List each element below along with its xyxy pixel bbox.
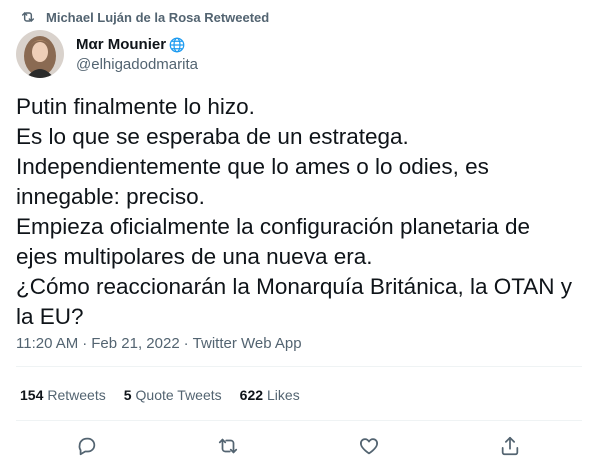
share-icon[interactable] <box>498 434 522 458</box>
tweet-line: Es lo que se esperaba de un estratega. <box>16 124 409 149</box>
quote-tweets-stat[interactable]: 5 Quote Tweets <box>124 387 222 403</box>
retweet-icon <box>20 9 36 25</box>
retweet-icon[interactable] <box>216 434 240 458</box>
retweet-context[interactable]: Michael Luján de la Rosa Retweeted <box>20 8 269 26</box>
retweet-context-label: Michael Luján de la Rosa Retweeted <box>46 9 270 25</box>
meta-separator: · <box>183 334 189 352</box>
tweet-line: innegable: preciso. <box>16 184 205 209</box>
tweet-line: Empieza oficialmente la configuración pl… <box>16 214 531 239</box>
tweet-header: Mαr Mounier @elhigadodmarita <box>16 30 198 78</box>
tweet-line: Putin finalmente lo hizo. <box>16 94 255 119</box>
tweet-text: Putin finalmente lo hizo. Es lo que se e… <box>16 92 586 332</box>
display-name[interactable]: Mαr Mounier <box>76 36 166 53</box>
tweet-actions <box>0 430 598 462</box>
tweet-date[interactable]: Feb 21, 2022 <box>91 335 179 352</box>
likes-stat[interactable]: 622 Likes <box>240 387 300 403</box>
tweet-source[interactable]: Twitter Web App <box>193 335 302 352</box>
tweet-time[interactable]: 11:20 AM <box>16 335 78 352</box>
like-icon[interactable] <box>357 434 381 458</box>
meta-separator: · <box>82 334 88 352</box>
tweet-meta: 11:20 AM · Feb 21, 2022 · Twitter Web Ap… <box>16 333 302 353</box>
display-name-row: Mαr Mounier <box>76 36 198 54</box>
tweet-line: Independientemente que lo ames o lo odie… <box>16 154 489 179</box>
tweet-stats: 154 Retweets 5 Quote Tweets 622 Likes <box>20 385 318 405</box>
avatar[interactable] <box>16 30 64 78</box>
tweet-line: ejes multipolares de una nueva era. <box>16 244 373 269</box>
handle[interactable]: @elhigadodmarita <box>76 56 198 73</box>
tweet-line: ¿Cómo reaccionarán la Monarquía Británic… <box>16 274 573 299</box>
divider <box>16 420 582 421</box>
tweet-line: la EU? <box>16 304 84 329</box>
retweets-stat[interactable]: 154 Retweets <box>20 387 106 403</box>
quote-tweets-count: 5 <box>123 387 132 403</box>
reply-icon[interactable] <box>75 434 99 458</box>
globe-icon <box>168 36 186 54</box>
author-names: Mαr Mounier @elhigadodmarita <box>76 36 198 73</box>
likes-label: Likes <box>267 387 300 403</box>
quote-tweets-label: Quote Tweets <box>135 387 222 403</box>
retweets-count: 154 <box>20 387 44 403</box>
retweets-label: Retweets <box>47 387 106 403</box>
likes-count: 622 <box>239 387 264 403</box>
divider <box>16 366 582 367</box>
